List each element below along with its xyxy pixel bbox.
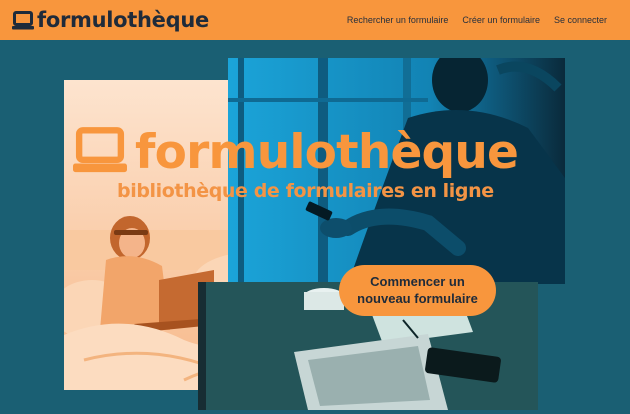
laptop-icon: [73, 126, 127, 178]
hero-title: formulothèque: [135, 124, 519, 180]
nav-link-login[interactable]: Se connecter: [554, 15, 607, 25]
hero-subtitle: bibliothèque de formulaires en ligne: [117, 180, 494, 202]
collage-edge: [198, 282, 206, 410]
brand-name: formulothèque: [37, 8, 209, 32]
laptop-icon: [12, 10, 34, 30]
start-new-form-button[interactable]: Commencer un nouveau formulaire: [339, 265, 496, 316]
top-navigation-bar: formulothèque Rechercher un formulaire C…: [0, 0, 630, 40]
main-nav: Rechercher un formulaire Créer un formul…: [347, 15, 607, 25]
brand-logo[interactable]: formulothèque: [12, 8, 209, 32]
nav-link-create-form[interactable]: Créer un formulaire: [462, 15, 540, 25]
nav-link-search-form[interactable]: Rechercher un formulaire: [347, 15, 449, 25]
hero-logo: formulothèque: [73, 120, 573, 184]
